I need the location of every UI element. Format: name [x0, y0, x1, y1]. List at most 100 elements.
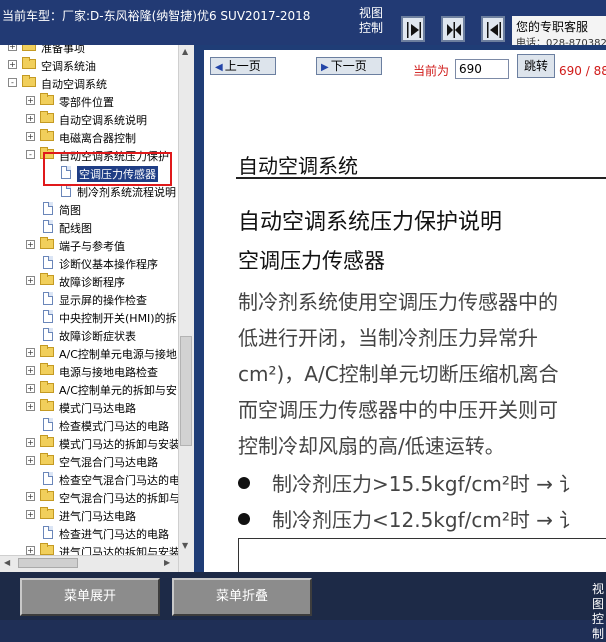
expand-icon[interactable]: +: [26, 348, 35, 357]
nav-next-button[interactable]: [401, 16, 425, 42]
tree-item-label: 电磁离合器控制: [59, 132, 136, 145]
tree-item[interactable]: + 准备事项: [0, 45, 178, 56]
arrow-right-icon: ▶: [321, 62, 329, 73]
bullet-dot-icon: [238, 513, 250, 525]
document-icon: [43, 220, 53, 233]
document-icon: [43, 256, 53, 269]
collapse-icon[interactable]: -: [8, 78, 17, 87]
bullet-text: 制冷剂压力<12.5kgf/cm²时 → 讠: [272, 508, 580, 532]
folder-icon: [40, 237, 54, 249]
tree-item[interactable]: + 空调系统油: [0, 56, 178, 74]
tree-item-label: 空调系统油: [41, 60, 96, 73]
expand-icon[interactable]: +: [26, 240, 35, 249]
view-control-bottom[interactable]: 视图控制: [592, 582, 606, 642]
tree-item-label: 检查进气门马达的电路: [59, 528, 169, 541]
tree-item-label: 模式门马达的拆卸与安装: [59, 438, 178, 451]
expand-icon[interactable]: +: [26, 384, 35, 393]
tree-item[interactable]: + 零部件位置: [0, 92, 178, 110]
page-number-input[interactable]: [455, 59, 509, 79]
folder-icon: [40, 399, 54, 411]
tree-item[interactable]: + 自动空调系统说明: [0, 110, 178, 128]
folder-icon: [22, 45, 36, 51]
bullet-item: 制冷剂压力<12.5kgf/cm²时 → 讠: [238, 504, 579, 533]
folder-icon: [40, 363, 54, 375]
expand-icon[interactable]: +: [26, 438, 35, 447]
tree-item[interactable]: 检查模式门马达的电路: [0, 416, 178, 434]
play-left-icon: [487, 22, 501, 38]
expand-icon[interactable]: +: [8, 45, 17, 51]
support-panel: 您的专职客服 电话：028-8703829: [512, 16, 606, 46]
next-page-label: 下一页: [330, 59, 367, 73]
scroll-left-arrow-icon[interactable]: ◀: [4, 558, 10, 567]
tree-vertical-scrollbar[interactable]: [178, 45, 195, 572]
tree-item[interactable]: + 故障诊断程序: [0, 272, 178, 290]
folder-icon: [22, 57, 36, 69]
tree-item-label: 中央控制开关(HMI)的拆: [59, 312, 177, 325]
expand-icon[interactable]: +: [8, 60, 17, 69]
expand-icon[interactable]: +: [26, 492, 35, 501]
document-icon: [43, 310, 53, 323]
expand-icon[interactable]: +: [26, 114, 35, 123]
paragraph-line: 低进行开闭，当制冷剂压力异常升: [238, 326, 538, 350]
tree-hscroll-thumb[interactable]: [18, 558, 78, 568]
tree-item[interactable]: 检查空气混合门马达的电: [0, 470, 178, 488]
document-icon: [43, 472, 53, 485]
prev-page-label: 上一页: [224, 59, 261, 73]
document-icon: [43, 328, 53, 341]
scroll-up-arrow-icon[interactable]: ▲: [182, 47, 188, 56]
view-control-label[interactable]: 视图控制: [359, 6, 389, 36]
expand-icon[interactable]: +: [26, 132, 35, 141]
vehicle-title: 当前车型：厂家:D-东风裕隆(纳智捷)优6 SUV2017-2018: [2, 9, 311, 23]
tree-item[interactable]: 检查进气门马达的电路: [0, 524, 178, 542]
tree-item-label: 简图: [59, 204, 81, 217]
tree-item[interactable]: + 端子与参考值: [0, 236, 178, 254]
expand-icon[interactable]: +: [26, 402, 35, 411]
tree-item[interactable]: 诊断仪基本操作程序: [0, 254, 178, 272]
menu-tree[interactable]: + 准备事项 + 空调系统油 - 自动空调系统 + 零部件位置 + 自动空调系统说明 + 电磁离合器控…: [0, 45, 178, 572]
tree-scroll-thumb[interactable]: [180, 336, 192, 446]
tree-item[interactable]: 显示屏的操作检查: [0, 290, 178, 308]
paragraph-line: 制冷剂系统使用空调压力传感器中的: [238, 290, 558, 314]
arrow-left-icon: ◀: [215, 62, 223, 73]
tree-item[interactable]: + 模式门马达电路: [0, 398, 178, 416]
tree-item[interactable]: 配线图: [0, 218, 178, 236]
tree-item[interactable]: + 空气混合门马达的拆卸与: [0, 488, 178, 506]
expand-icon[interactable]: +: [26, 366, 35, 375]
menu-collapse-button[interactable]: 菜单折叠: [172, 578, 312, 616]
tree-item[interactable]: + 模式门马达的拆卸与安装: [0, 434, 178, 452]
expand-icon[interactable]: +: [26, 276, 35, 285]
tree-item[interactable]: - 自动空调系统: [0, 74, 178, 92]
scroll-down-arrow-icon[interactable]: ▼: [182, 541, 188, 550]
tree-item-label: 诊断仪基本操作程序: [59, 258, 158, 271]
next-page-button[interactable]: ▶ 下一页: [316, 57, 382, 75]
tree-item-label: 模式门马达电路: [59, 402, 136, 415]
tree-item[interactable]: + 电源与接地电路检查: [0, 362, 178, 380]
tree-item-label: 零部件位置: [59, 96, 114, 109]
expand-icon[interactable]: +: [26, 96, 35, 105]
tree-item-label: 自动空调系统说明: [59, 114, 147, 127]
nav-split-button[interactable]: [441, 16, 465, 42]
doc-heading: 自动空调系统压力保护说明: [238, 210, 503, 235]
tree-item[interactable]: + A/C控制单元的拆卸与安: [0, 380, 178, 398]
tree-item[interactable]: + 空气混合门马达电路: [0, 452, 178, 470]
expand-icon[interactable]: +: [26, 546, 35, 555]
nav-prev-button[interactable]: [481, 16, 505, 42]
expand-icon[interactable]: +: [26, 456, 35, 465]
jump-button[interactable]: 跳转: [517, 54, 555, 78]
tree-item[interactable]: 简图: [0, 200, 178, 218]
tree-item[interactable]: + 电磁离合器控制: [0, 128, 178, 146]
tree-item[interactable]: + A/C控制单元电源与接地: [0, 344, 178, 362]
tree-item[interactable]: + 进气门马达电路: [0, 506, 178, 524]
tree-item[interactable]: 故障诊断症状表: [0, 326, 178, 344]
tree-item-label: 自动空调系统: [41, 78, 107, 91]
scroll-right-arrow-icon[interactable]: ▶: [164, 558, 170, 567]
page-count: 690 / 88: [559, 64, 606, 78]
tree-item-label: 显示屏的操作检查: [59, 294, 147, 307]
document-icon: [43, 526, 53, 539]
prev-page-button[interactable]: ◀ 上一页: [210, 57, 276, 75]
paragraph-line: 而空调压力传感器中的中压开关则可: [238, 398, 558, 422]
tree-item[interactable]: 中央控制开关(HMI)的拆: [0, 308, 178, 326]
menu-expand-button[interactable]: 菜单展开: [20, 578, 160, 616]
collapse-icon[interactable]: -: [26, 150, 35, 159]
expand-icon[interactable]: +: [26, 510, 35, 519]
